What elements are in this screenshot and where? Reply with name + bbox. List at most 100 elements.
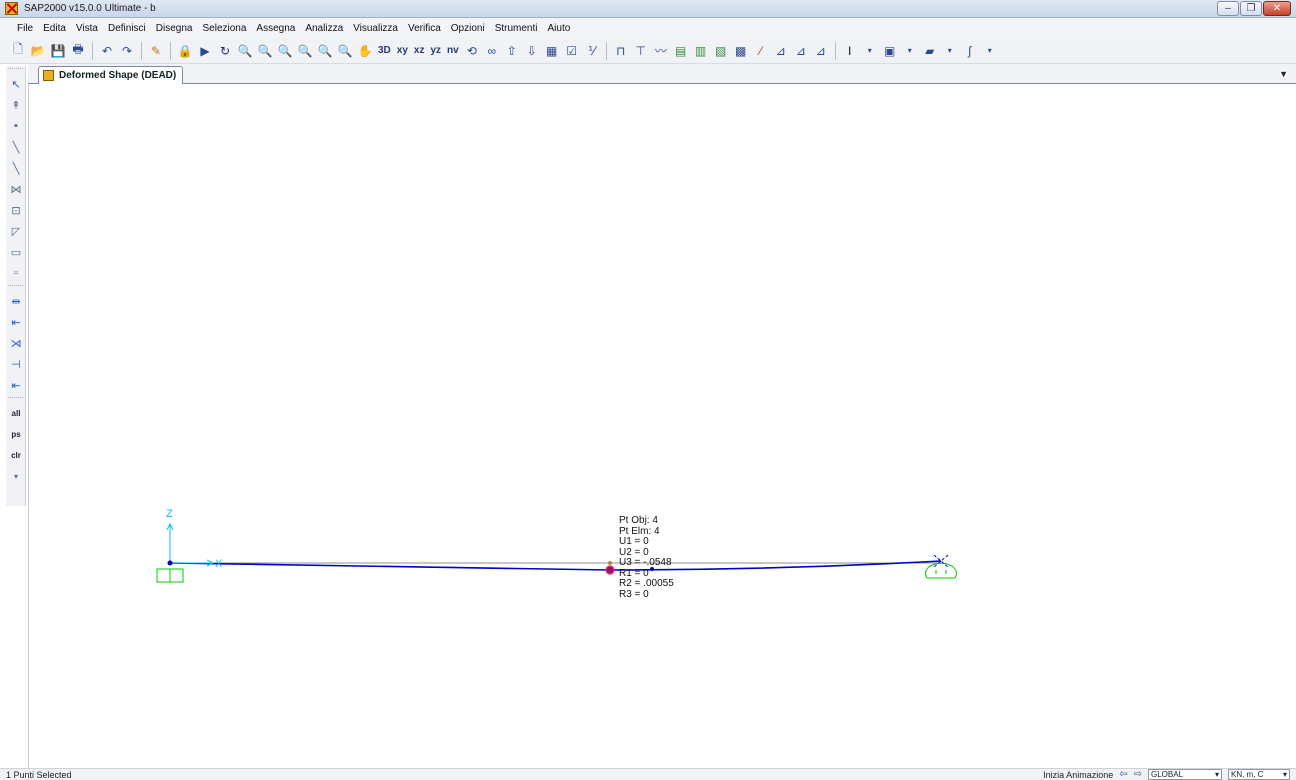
view-3d-button[interactable]: 3D bbox=[378, 45, 391, 56]
zoom-full-icon[interactable]: 🔍 bbox=[276, 42, 294, 60]
menu-aiuto[interactable]: Aiuto bbox=[542, 23, 575, 34]
new-model-icon[interactable]: 🗋 bbox=[9, 42, 27, 60]
plot-functions-icon[interactable]: ⁄ bbox=[752, 42, 770, 60]
view-xz-button[interactable]: xz bbox=[414, 45, 425, 56]
menu-seleziona[interactable]: Seleziona bbox=[197, 23, 251, 34]
draw-joint-icon[interactable]: ▪ bbox=[6, 116, 26, 136]
pin-support-icon bbox=[925, 562, 957, 579]
model-view-canvas[interactable]: Z X Pt Obj: 4 Pt Elm: 4 U1 = 0 U2 = 0 U3… bbox=[28, 84, 1296, 768]
minimize-button[interactable]: – bbox=[1217, 1, 1239, 16]
zoom-in-icon[interactable]: 🔍 bbox=[296, 42, 314, 60]
redo-icon[interactable]: ↷ bbox=[118, 42, 136, 60]
joint-1[interactable] bbox=[167, 560, 173, 566]
snap-perpendicular-icon[interactable]: ⊣ bbox=[6, 354, 26, 374]
tab-deformed-shape[interactable]: Deformed Shape (DEAD) bbox=[38, 66, 183, 84]
snap-intersections-icon[interactable]: ⋊ bbox=[6, 333, 26, 353]
menu-verifica[interactable]: Verifica bbox=[403, 23, 446, 34]
window-title: SAP2000 v15.0.0 Ultimate - b bbox=[24, 3, 156, 14]
view-yz-button[interactable]: yz bbox=[430, 45, 441, 56]
undo-icon[interactable]: ↶ bbox=[98, 42, 116, 60]
zoom-restore-icon[interactable]: 🔍 bbox=[256, 42, 274, 60]
next-step-arrow-icon[interactable]: ⇨ bbox=[1134, 769, 1142, 780]
link-icon[interactable]: ∫ bbox=[961, 42, 979, 60]
perspective-icon[interactable]: ∞ bbox=[483, 42, 501, 60]
select-pointer-icon[interactable]: ↖ bbox=[6, 74, 26, 94]
menu-file[interactable]: File bbox=[12, 23, 38, 34]
display-options-icon[interactable]: ▦ bbox=[543, 42, 561, 60]
object-shrink-icon[interactable]: ☑ bbox=[563, 42, 581, 60]
virtual-work-icon[interactable]: ▧ bbox=[712, 42, 730, 60]
section-designer-icon[interactable]: I bbox=[841, 42, 859, 60]
previous-step-arrow-icon[interactable]: ⇦ bbox=[1119, 769, 1127, 780]
steel-design-icon[interactable]: ⊿ bbox=[772, 42, 790, 60]
menu-strumenti[interactable]: Strumenti bbox=[490, 23, 543, 34]
pan-icon[interactable]: ✋ bbox=[356, 42, 374, 60]
zoom-window-icon[interactable]: 🔍 bbox=[236, 42, 254, 60]
set-display-icon[interactable]: ⅟ bbox=[583, 42, 601, 60]
units-select[interactable]: KN, m, C ▾ bbox=[1228, 769, 1290, 780]
aluminum-design-icon[interactable]: ⊿ bbox=[812, 42, 830, 60]
frame-template-icon[interactable]: ⊓ bbox=[612, 42, 630, 60]
grid-icon[interactable]: ▣ bbox=[881, 42, 899, 60]
move-up-icon[interactable]: ⇧ bbox=[503, 42, 521, 60]
concrete-design-icon[interactable]: ⊿ bbox=[792, 42, 810, 60]
menu-visualizza[interactable]: Visualizza bbox=[348, 23, 403, 34]
reshape-pointer-icon[interactable]: ↟ bbox=[6, 95, 26, 115]
snap-line-ends-icon[interactable]: ⇤ bbox=[6, 312, 26, 332]
draw-poly-area-icon[interactable]: ◸ bbox=[6, 221, 26, 241]
quick-draw-area-icon[interactable]: ▫ bbox=[6, 263, 26, 283]
show-tables-icon[interactable]: ▩ bbox=[732, 42, 750, 60]
clear-selection-button[interactable]: clr bbox=[6, 445, 26, 465]
menu-disegna[interactable]: Disegna bbox=[151, 23, 198, 34]
show-forces-icon[interactable]: ▤ bbox=[672, 42, 690, 60]
snap-lines-icon[interactable]: ⇤ bbox=[6, 375, 26, 395]
quick-draw-frame-icon[interactable]: ╲ bbox=[6, 158, 26, 178]
menu-assegna[interactable]: Assegna bbox=[251, 23, 300, 34]
menu-vista[interactable]: Vista bbox=[71, 23, 103, 34]
materials-icon[interactable]: ▰ bbox=[921, 42, 939, 60]
menu-definisci[interactable]: Definisci bbox=[103, 23, 151, 34]
menu-opzioni[interactable]: Opzioni bbox=[446, 23, 490, 34]
close-button[interactable]: ✕ bbox=[1263, 1, 1291, 16]
deformed-shape-icon[interactable]: 〰 bbox=[652, 42, 670, 60]
select-all-button[interactable]: all bbox=[6, 403, 26, 423]
zoom-out-icon[interactable]: 🔍 bbox=[316, 42, 334, 60]
snap-joints-icon[interactable]: ⇹ bbox=[6, 291, 26, 311]
rotate-3d-icon[interactable]: ↻ bbox=[216, 42, 234, 60]
move-down-icon[interactable]: ⇩ bbox=[523, 42, 541, 60]
rotate-view-icon[interactable]: ⟲ bbox=[463, 42, 481, 60]
window-tab-strip: Deformed Shape (DEAD) ▼ bbox=[28, 64, 1296, 84]
zoom-previous-icon[interactable]: 🔍 bbox=[336, 42, 354, 60]
view-xy-button[interactable]: xy bbox=[397, 45, 408, 56]
more-tools-dropdown-icon[interactable]: ▾ bbox=[6, 466, 26, 486]
menu-analizza[interactable]: Analizza bbox=[300, 23, 348, 34]
maximize-button[interactable]: ❐ bbox=[1240, 1, 1262, 16]
status-controls: Inizia Animazione ⇦ ⇨ GLOBAL ▾ KN, m, C … bbox=[1043, 769, 1290, 780]
show-stresses-icon[interactable]: ▥ bbox=[692, 42, 710, 60]
draw-rect-area-icon[interactable]: ▭ bbox=[6, 242, 26, 262]
dropdown-arrow-icon[interactable]: ▾ bbox=[901, 42, 919, 60]
start-animation-button[interactable]: Inizia Animazione bbox=[1043, 770, 1113, 780]
draw-section-cut-icon[interactable]: ⊡ bbox=[6, 200, 26, 220]
view-nv-button[interactable]: nv bbox=[447, 45, 459, 56]
save-icon[interactable]: 💾 bbox=[49, 42, 67, 60]
pencil-icon[interactable]: ✎ bbox=[147, 42, 165, 60]
draw-braces-icon[interactable]: ⋈ bbox=[6, 179, 26, 199]
menu-edita[interactable]: Edita bbox=[38, 23, 71, 34]
selected-joint-4[interactable] bbox=[605, 565, 615, 575]
dropdown-arrow-icon[interactable]: ▾ bbox=[981, 42, 999, 60]
coordinate-system-select[interactable]: GLOBAL ▾ bbox=[1148, 769, 1222, 780]
previous-selection-button[interactable]: ps bbox=[6, 424, 26, 444]
dropdown-arrow-icon[interactable]: ▾ bbox=[941, 42, 959, 60]
lock-icon[interactable]: 🔒 bbox=[176, 42, 194, 60]
tab-list-dropdown-icon[interactable]: ▼ bbox=[1279, 69, 1288, 79]
print-icon[interactable]: 🖶 bbox=[69, 42, 87, 60]
toolbar-separator bbox=[170, 41, 171, 60]
open-icon[interactable]: 📂 bbox=[29, 42, 47, 60]
dropdown-arrow-icon[interactable]: ▾ bbox=[861, 42, 879, 60]
draw-frame-icon[interactable]: ╲ bbox=[6, 137, 26, 157]
frame-structure-icon[interactable]: ⊤ bbox=[632, 42, 650, 60]
point-info-tooltip: Pt Obj: 4 Pt Elm: 4 U1 = 0 U2 = 0 U3 = -… bbox=[619, 515, 674, 600]
run-analysis-icon[interactable]: ▶ bbox=[196, 42, 214, 60]
toolbar-grip bbox=[8, 68, 23, 72]
